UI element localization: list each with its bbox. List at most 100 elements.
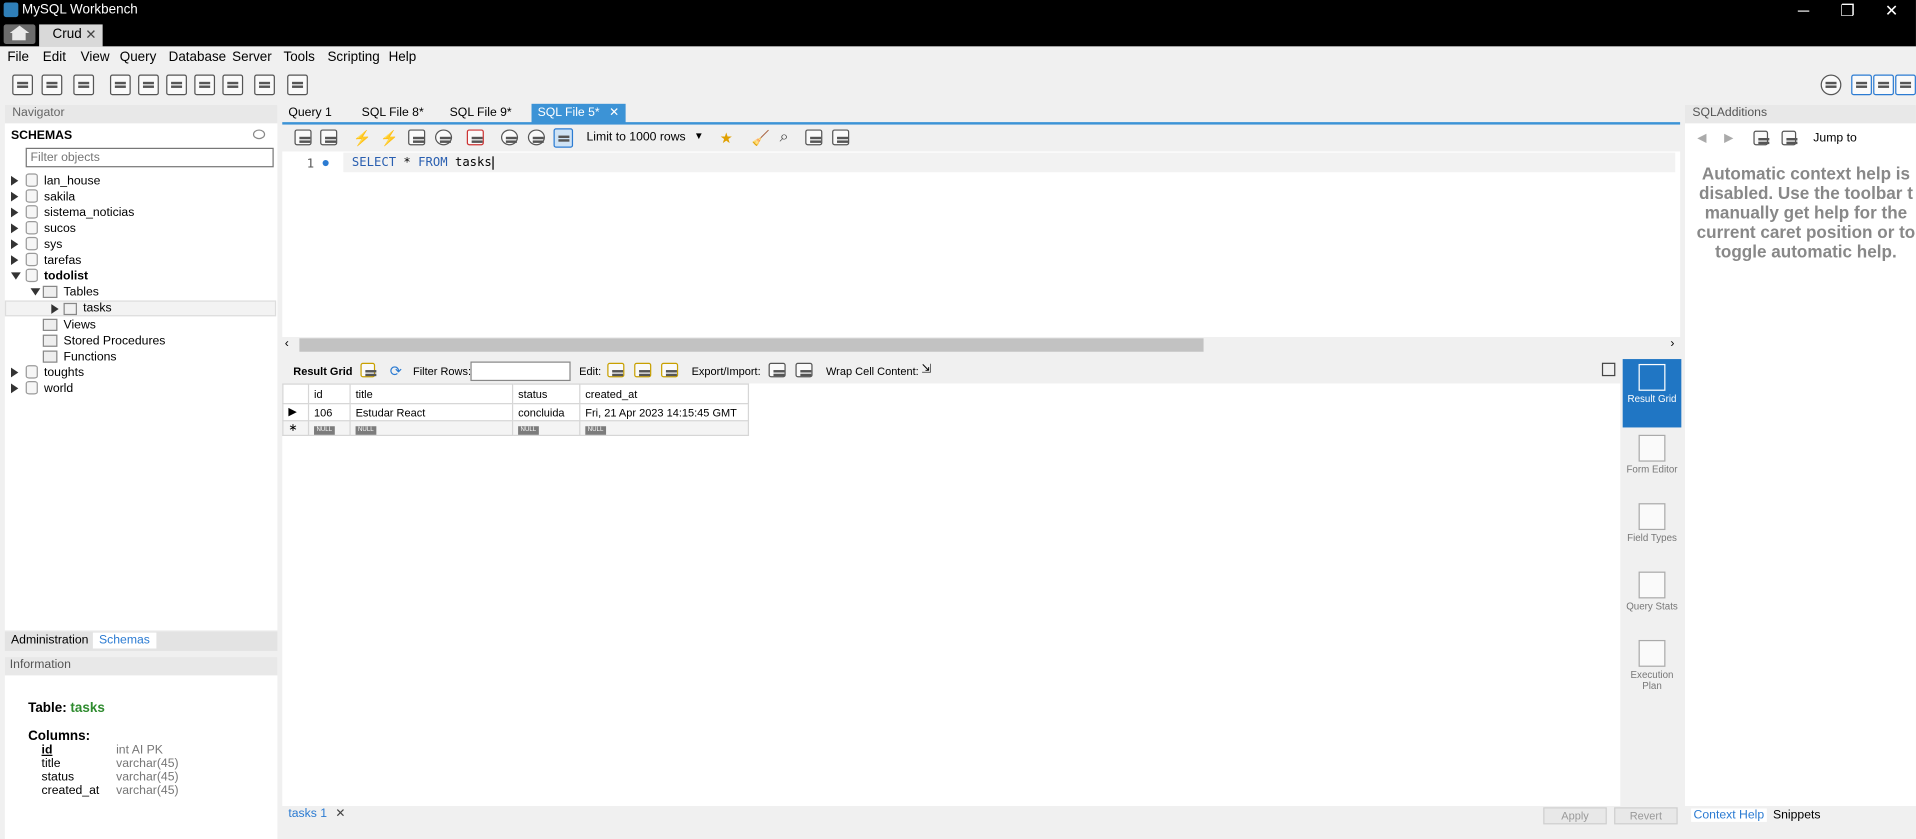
tab-administration[interactable]: Administration: [5, 633, 95, 649]
create-schema-icon[interactable]: [109, 74, 131, 96]
row-marker-icon[interactable]: ▶: [282, 403, 310, 422]
expand-icon[interactable]: [10, 255, 19, 266]
new-cell[interactable]: NULL: [307, 420, 351, 437]
grid-icon[interactable]: [360, 362, 377, 378]
apply-button[interactable]: Apply: [1543, 807, 1607, 825]
toggle-result-panel-icon[interactable]: [1601, 362, 1616, 377]
expand-icon[interactable]: [10, 239, 19, 250]
edit-row-icon[interactable]: [607, 362, 625, 378]
expand-icon[interactable]: [51, 304, 59, 314]
tab-schemas[interactable]: Schemas: [92, 632, 157, 649]
expand-icon[interactable]: [10, 367, 19, 378]
column-header[interactable]: created_at: [579, 383, 750, 405]
auto-help-icon[interactable]: [1781, 130, 1798, 146]
menu-tools[interactable]: Tools: [283, 50, 314, 65]
toggle-output-icon[interactable]: [1873, 74, 1894, 96]
explain-icon[interactable]: [408, 129, 426, 146]
close-result-tab-icon[interactable]: ✕: [335, 807, 345, 820]
expand-icon[interactable]: [10, 191, 19, 202]
toggle-secondary-sidebar-icon[interactable]: [1895, 74, 1916, 96]
wrap-cell-toggle-icon[interactable]: ⇲: [921, 363, 931, 376]
restore-button[interactable]: ❐: [1826, 0, 1870, 22]
open-sql-script-icon[interactable]: [41, 74, 63, 96]
execute-icon[interactable]: ⚡: [353, 129, 371, 146]
cell-title[interactable]: Estudar React: [349, 403, 514, 422]
limit-rows-select[interactable]: Limit to 1000 rows ▼: [587, 131, 709, 148]
filter-objects-input[interactable]: [25, 147, 274, 168]
collapse-icon[interactable]: [10, 272, 21, 280]
table-row-tasks[interactable]: tasks: [4, 300, 277, 317]
delete-row-icon[interactable]: [661, 362, 679, 378]
column-header[interactable]: status: [511, 383, 581, 405]
import-icon[interactable]: [795, 362, 813, 378]
filter-rows-input[interactable]: [470, 361, 571, 382]
back-icon[interactable]: ◀: [1697, 132, 1706, 145]
home-tab[interactable]: [3, 24, 36, 44]
toggle-error-icon[interactable]: [466, 129, 484, 146]
cell-id[interactable]: 106: [307, 403, 351, 422]
save-icon[interactable]: [320, 129, 338, 146]
collapse-icon[interactable]: [30, 288, 41, 296]
create-function-icon[interactable]: [222, 74, 244, 96]
tab-snippets[interactable]: Snippets: [1773, 809, 1821, 822]
insert-row-icon[interactable]: [634, 362, 652, 378]
expand-icon[interactable]: [10, 207, 19, 218]
commit-icon[interactable]: [500, 129, 519, 146]
tab-context-help[interactable]: Context Help: [1691, 808, 1767, 822]
column-header[interactable]: id: [307, 383, 351, 405]
rail-form-editor[interactable]: Form Editor: [1623, 430, 1682, 494]
refresh-icon[interactable]: ⟳: [390, 363, 402, 380]
tab-sql-file-5[interactable]: SQL File 5* ✕: [531, 103, 626, 124]
menu-help[interactable]: Help: [389, 50, 417, 65]
export-icon[interactable]: [768, 362, 786, 378]
rail-field-types[interactable]: Field Types: [1623, 498, 1682, 562]
close-connection-tab-icon[interactable]: ✕: [85, 27, 96, 43]
menu-query[interactable]: Query: [120, 50, 157, 65]
scroll-right-icon[interactable]: ›: [1670, 337, 1674, 350]
beautify-icon[interactable]: 🧹: [751, 129, 769, 146]
cell-status[interactable]: concluida: [511, 403, 581, 422]
reconnect-icon[interactable]: [287, 74, 308, 96]
tab-query-1[interactable]: Query 1: [282, 104, 338, 124]
expand-icon[interactable]: [10, 175, 19, 186]
expand-icon[interactable]: [10, 383, 19, 394]
minimize-button[interactable]: ─: [1782, 0, 1826, 22]
rail-query-stats[interactable]: Query Stats: [1623, 567, 1682, 631]
new-cell[interactable]: NULL: [349, 420, 514, 437]
open-file-icon[interactable]: [294, 129, 312, 146]
table-row[interactable]: ▶ 106 Estudar React concluida Fri, 21 Ap…: [282, 403, 750, 422]
menu-file[interactable]: File: [7, 50, 29, 65]
tab-sql-file-8[interactable]: SQL File 8*: [356, 104, 430, 124]
cell-created-at[interactable]: Fri, 21 Apr 2023 14:15:45 GMT: [579, 403, 750, 422]
expand-icon[interactable]: [10, 223, 19, 234]
rail-execution-plan[interactable]: Execution Plan: [1623, 635, 1682, 699]
context-help-icon[interactable]: [1753, 130, 1770, 146]
connection-tab[interactable]: Crud ✕: [39, 24, 103, 47]
rollback-icon[interactable]: [527, 129, 545, 146]
invisible-chars-icon[interactable]: [805, 129, 823, 146]
rail-result-grid[interactable]: Result Grid: [1622, 359, 1682, 428]
menu-view[interactable]: View: [81, 50, 110, 65]
scroll-left-icon[interactable]: ‹: [285, 337, 289, 350]
menu-scripting[interactable]: Scripting: [327, 50, 379, 65]
close-tab-icon[interactable]: ✕: [609, 106, 619, 119]
toggle-sidebar-icon[interactable]: [1851, 74, 1872, 96]
result-tab-tasks-1[interactable]: tasks 1 ✕: [288, 807, 345, 820]
tab-sql-file-9[interactable]: SQL File 9*: [444, 104, 518, 124]
column-header[interactable]: title: [349, 383, 514, 405]
new-cell[interactable]: NULL: [579, 420, 750, 437]
find-icon[interactable]: ⌕: [780, 127, 789, 147]
new-sql-tab-icon[interactable]: [12, 74, 33, 96]
word-wrap-icon[interactable]: [832, 129, 850, 146]
forward-icon[interactable]: ▶: [1724, 132, 1733, 145]
create-procedure-icon[interactable]: [194, 74, 216, 96]
revert-button[interactable]: Revert: [1614, 807, 1678, 825]
menu-edit[interactable]: Edit: [43, 50, 66, 65]
sql-editor[interactable]: 1 SELECT * FROM tasks: [282, 151, 1681, 338]
close-window-button[interactable]: ✕: [1870, 0, 1914, 22]
create-view-icon[interactable]: [166, 74, 187, 96]
execute-current-icon[interactable]: ⚡: [380, 129, 398, 146]
new-cell[interactable]: NULL: [511, 420, 581, 437]
new-row[interactable]: ∗ NULL NULL NULL NULL: [282, 420, 750, 437]
add-snippet-icon[interactable]: ★: [720, 129, 733, 146]
